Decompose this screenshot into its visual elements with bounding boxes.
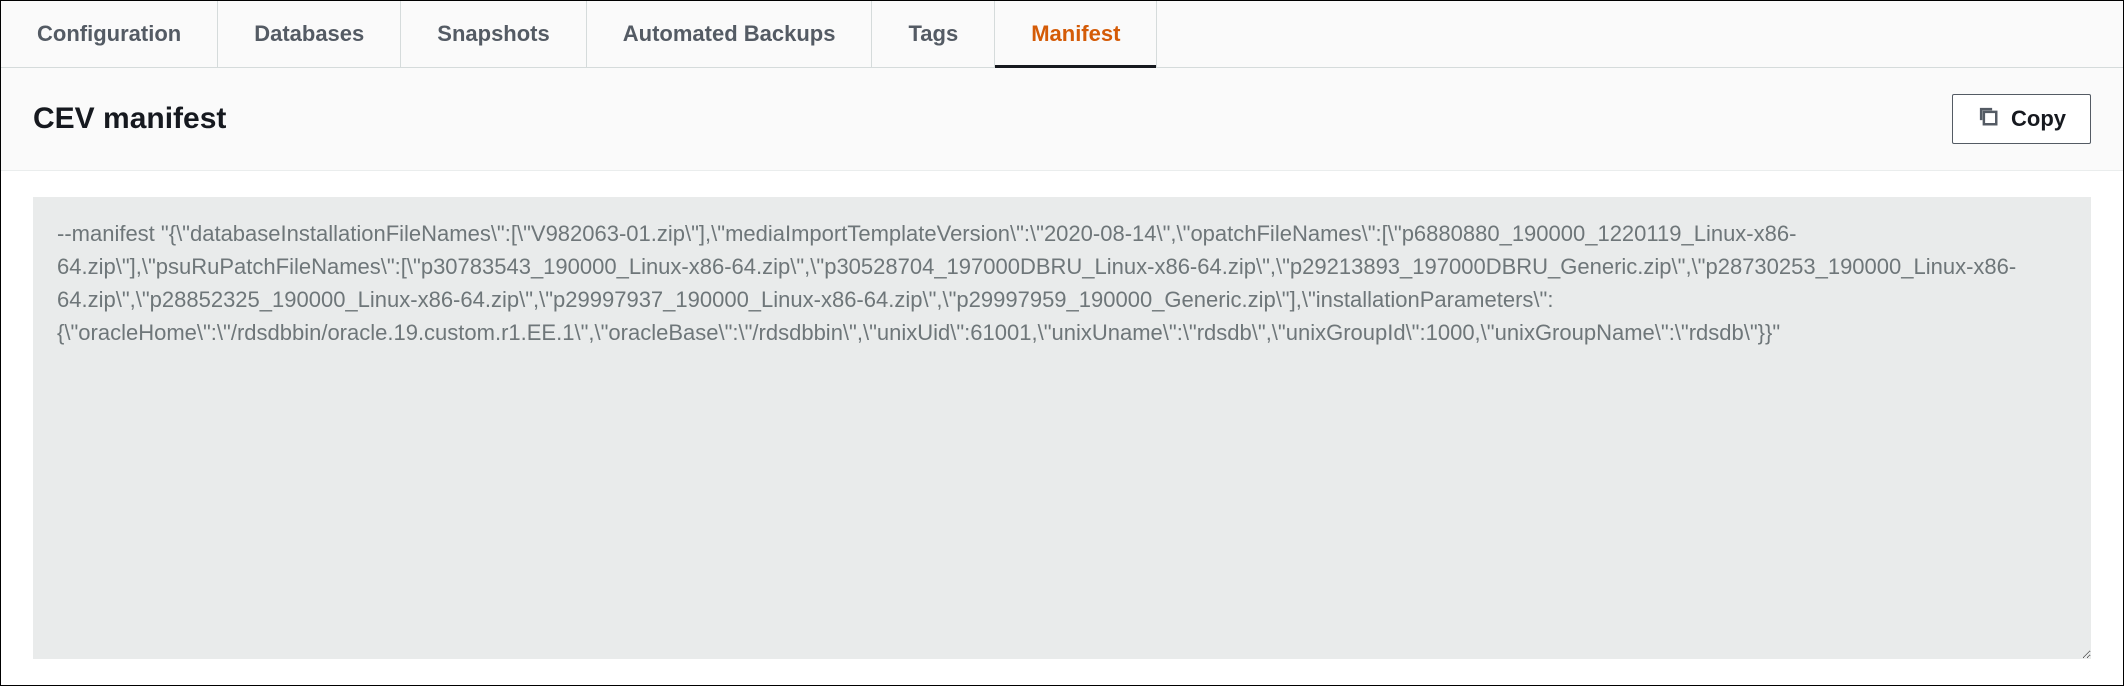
tab-automated-backups[interactable]: Automated Backups	[587, 1, 873, 67]
copy-button-label: Copy	[2011, 106, 2066, 132]
page-container: Configuration Databases Snapshots Automa…	[0, 0, 2124, 686]
tab-manifest[interactable]: Manifest	[995, 1, 1157, 67]
tab-databases[interactable]: Databases	[218, 1, 401, 67]
tab-snapshots[interactable]: Snapshots	[401, 1, 586, 67]
panel-body	[1, 171, 2123, 685]
panel-title: CEV manifest	[33, 102, 226, 136]
copy-icon	[1977, 105, 1999, 133]
panel-header: CEV manifest Copy	[1, 68, 2123, 171]
copy-button[interactable]: Copy	[1952, 94, 2091, 144]
tab-bar-spacer	[1157, 1, 2123, 67]
tab-tags[interactable]: Tags	[872, 1, 995, 67]
manifest-textarea[interactable]	[33, 197, 2091, 659]
tab-configuration[interactable]: Configuration	[1, 1, 218, 67]
tab-bar: Configuration Databases Snapshots Automa…	[1, 1, 2123, 68]
